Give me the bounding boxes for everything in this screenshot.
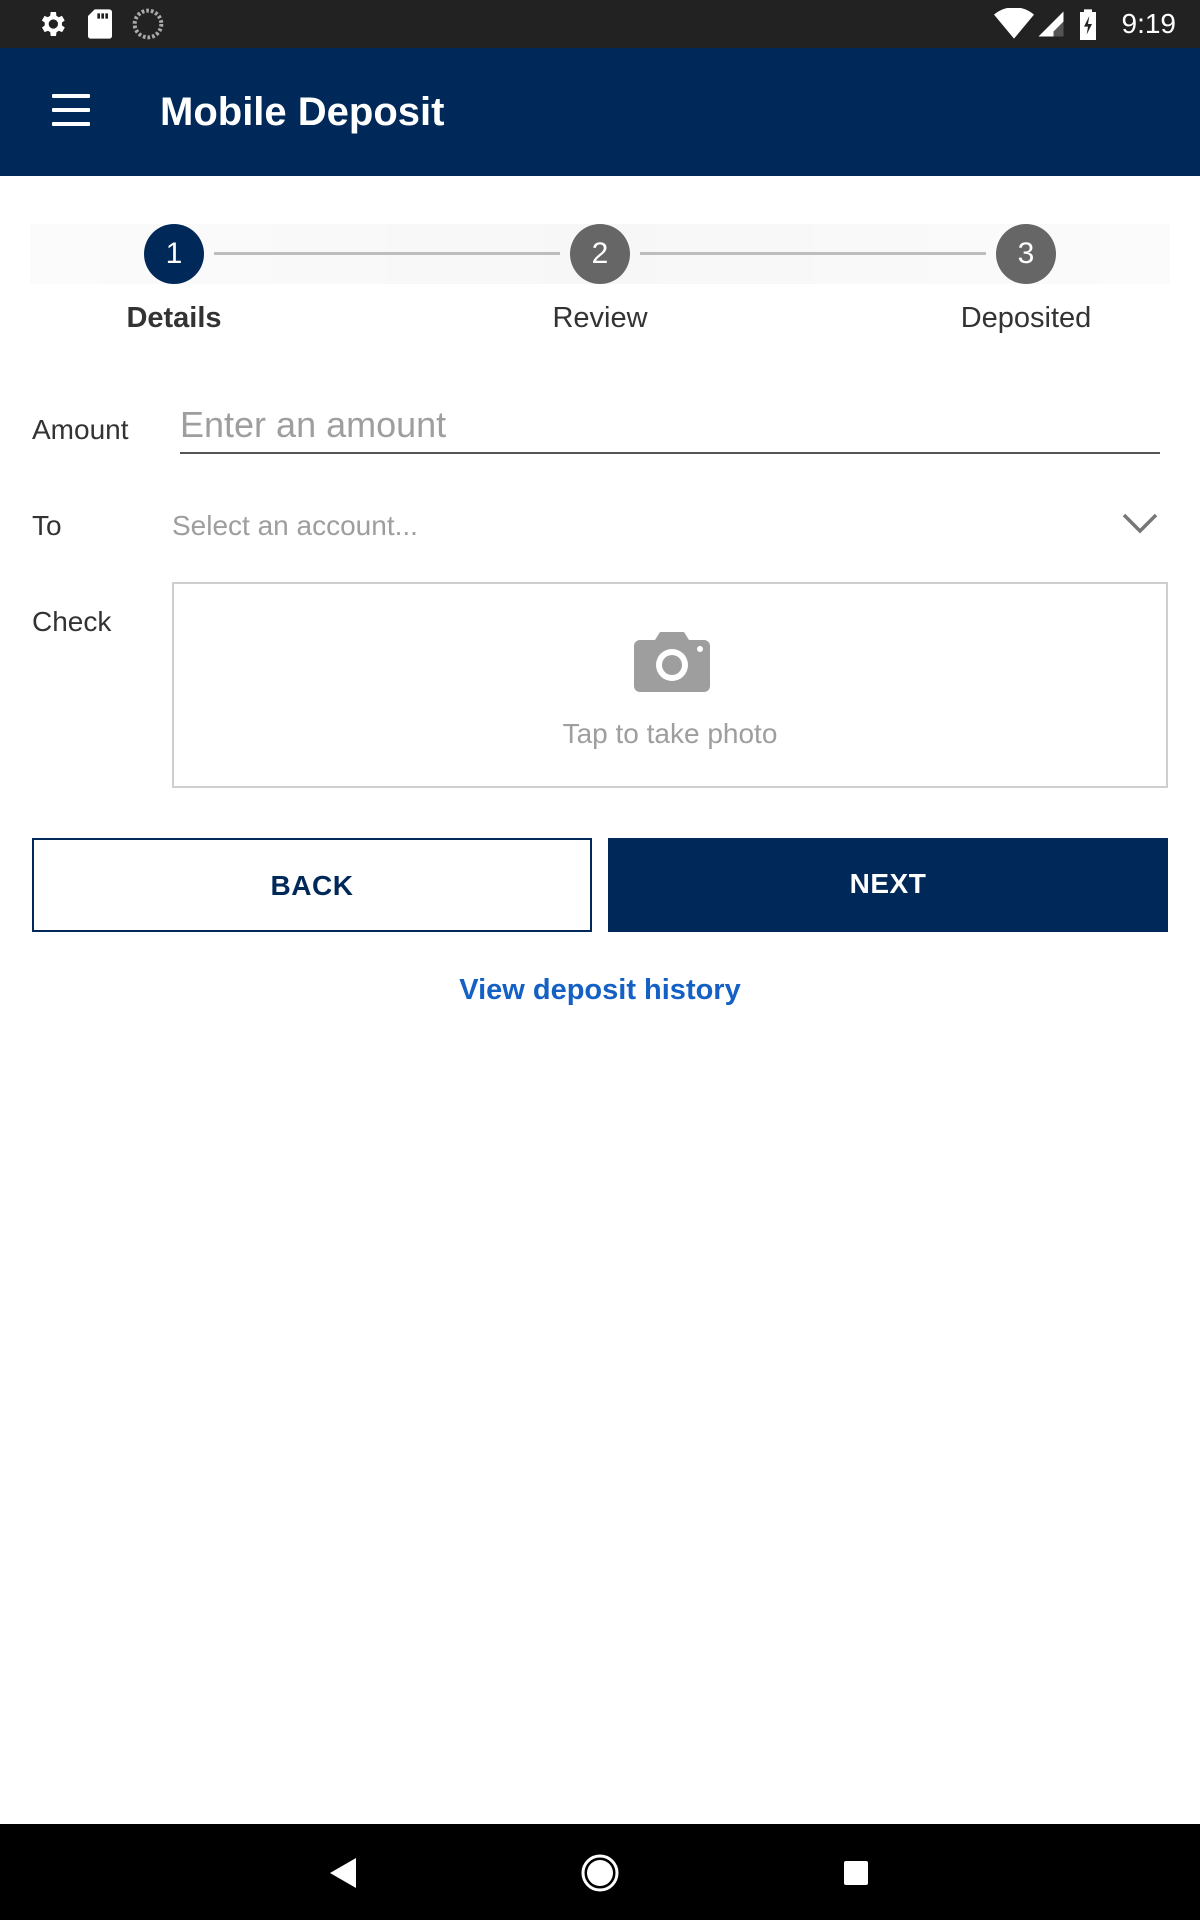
battery-icon xyxy=(1080,9,1096,40)
take-photo-hint: Tap to take photo xyxy=(562,718,778,749)
status-bar: 9:19 xyxy=(0,0,1200,48)
chevron-down-icon xyxy=(1122,513,1158,534)
sd-card-icon xyxy=(88,9,112,39)
step-1-indicator: 1 xyxy=(144,224,204,284)
step-2-label: Review xyxy=(552,302,648,334)
progress-stepper: 1 2 3 Details Review Deposited xyxy=(0,176,1200,356)
status-time: 9:19 xyxy=(1121,8,1177,39)
recents-nav-icon[interactable] xyxy=(831,1848,881,1898)
amount-label: Amount xyxy=(32,414,129,445)
back-button[interactable]: BACK xyxy=(32,838,592,932)
wifi-icon xyxy=(994,8,1034,39)
account-select-placeholder: Select an account... xyxy=(172,510,418,541)
settings-icon xyxy=(41,12,65,36)
step-3-indicator: 3 xyxy=(996,224,1056,284)
check-photo-capture[interactable]: Tap to take photo xyxy=(172,582,1168,788)
page-title: Mobile Deposit xyxy=(160,90,445,134)
step-1-label: Details xyxy=(126,302,222,334)
view-deposit-history-link[interactable]: View deposit history xyxy=(0,974,1200,1007)
amount-input[interactable] xyxy=(180,398,1160,454)
signal-icon xyxy=(1038,11,1064,37)
camera-icon xyxy=(634,632,710,692)
hamburger-menu-icon[interactable] xyxy=(46,92,98,132)
step-3-label: Deposited xyxy=(960,302,1092,334)
check-label: Check xyxy=(32,606,112,637)
account-select[interactable]: Select an account... xyxy=(170,500,1170,556)
system-nav-bar xyxy=(0,1824,1200,1920)
step-connector-2 xyxy=(640,252,986,255)
back-nav-icon[interactable] xyxy=(318,1848,368,1898)
app-bar: Mobile Deposit xyxy=(0,48,1200,176)
to-label: To xyxy=(32,510,62,541)
next-button[interactable]: NEXT xyxy=(608,838,1168,932)
sync-icon xyxy=(132,8,164,40)
home-nav-icon[interactable] xyxy=(575,1848,625,1898)
step-2-indicator: 2 xyxy=(570,224,630,284)
step-connector-1 xyxy=(214,252,560,255)
